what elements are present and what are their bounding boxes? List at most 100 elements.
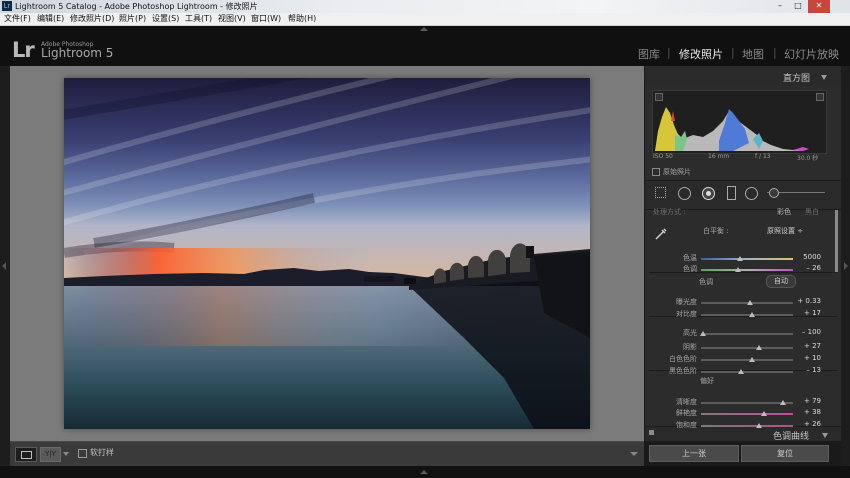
original-photo-label: 原始照片 [663,168,691,176]
slider-knob-exposure[interactable] [746,300,753,305]
module-tab-map[interactable]: 地图 [742,46,764,62]
white-balance-eyedropper-icon[interactable] [654,226,668,240]
panel-toggle-icon[interactable] [649,430,654,435]
graduated-filter-icon[interactable] [727,186,736,200]
right-panel-toggle-icon[interactable] [844,262,848,270]
presence-label: 偏好 [700,377,714,385]
menu-develop[interactable]: 修改照片(D) [70,13,114,25]
shadow-clipping-indicator-icon[interactable] [655,93,663,101]
minimize-button[interactable]: – [772,0,788,13]
slider-value-temp[interactable]: 5000 [793,253,821,261]
reset-button[interactable]: 复位 [741,445,829,462]
slider-knob-shadows[interactable] [755,345,762,350]
main-photo[interactable] [64,78,590,429]
slider-value-blacks[interactable]: – 13 [793,366,821,374]
slider-label-vibrance: 鲜艳度 [676,409,697,417]
white-balance-dropdown[interactable]: 原照设置 ÷ [767,226,803,236]
slider-knob-temp[interactable] [736,256,743,261]
menu-help[interactable]: 帮助(H) [288,13,316,25]
loupe-view-button[interactable] [15,447,37,462]
slider-value-exposure[interactable]: + 0.33 [793,297,821,305]
tool-strip [645,180,841,210]
maximize-button[interactable]: □ [790,0,806,13]
slider-label-whites: 白色色阶 [669,355,697,363]
menu-settings[interactable]: 设置(S) [152,13,179,25]
original-photo-checkbox[interactable] [652,168,660,176]
exif-aperture: f / 13 [755,153,771,160]
slider-track-saturation[interactable] [701,425,793,427]
softproof-checkbox[interactable] [78,449,87,458]
module-tab-develop[interactable]: 修改照片 [679,46,723,62]
top-panel-toggle-icon[interactable] [420,27,428,31]
left-panel-toggle-icon[interactable] [2,262,6,270]
menu-tools[interactable]: 工具(T) [185,13,212,25]
slider-knob-vibrance[interactable] [761,411,768,416]
product-name: Lightroom 5 [41,46,114,60]
menu-bar: 文件(F) 编辑(E) 修改照片(D) 照片(P) 设置(S) 工具(T) 视图… [0,13,850,26]
bottom-toolbar: Y|Y 软打样 [10,441,644,467]
slider-value-whites[interactable]: + 10 [793,354,821,362]
before-after-button[interactable]: Y|Y [40,447,61,462]
right-panel-scrollbar[interactable] [835,210,838,272]
slider-value-highlights[interactable]: – 100 [793,328,821,336]
highlight-clipping-indicator-icon[interactable] [816,93,824,101]
before-after-dropdown-icon[interactable] [63,452,69,456]
slider-track-whites[interactable] [701,359,793,361]
slider-knob-contrast[interactable] [748,312,755,317]
red-eye-icon[interactable] [702,187,715,200]
menu-view[interactable]: 视图(V) [218,13,246,25]
window-title-bar: Lr Lightroom 5 Catalog - Adobe Photoshop… [0,0,850,13]
slider-knob-saturation[interactable] [755,423,762,428]
collapse-triangle-icon[interactable] [821,75,827,80]
slider-track-contrast[interactable] [701,314,793,316]
right-panel-edge[interactable] [841,66,850,466]
crop-overlay-icon[interactable] [655,187,666,198]
auto-tone-button[interactable]: 自动 [766,275,796,288]
slider-track-temp[interactable] [701,258,793,260]
exif-shutter: 30.0 秒 [797,155,819,162]
menu-file[interactable]: 文件(F) [4,13,31,25]
slider-knob-tint[interactable] [734,267,741,272]
slider-knob-clarity[interactable] [779,400,786,405]
slider-label-contrast: 对比度 [676,310,697,318]
adjustment-brush-icon[interactable] [769,188,779,198]
previous-button[interactable]: 上一张 [649,445,739,462]
module-tab-slideshow[interactable]: 幻灯片放映 [784,46,839,62]
slider-track-tint[interactable] [701,269,793,271]
slider-value-tint[interactable]: – 26 [793,264,821,272]
histogram-graph [655,107,824,151]
slider-knob-highlights[interactable] [699,331,706,336]
slider-knob-whites[interactable] [748,357,755,362]
slider-track-highlights[interactable] [701,333,793,335]
menu-edit[interactable]: 编辑(E) [37,13,64,25]
lightroom-app-icon: Lr [2,1,12,11]
slider-track-shadows[interactable] [701,347,793,349]
treatment-color[interactable]: 彩色 [777,207,791,217]
exif-focal-length: 16 mm [708,153,730,160]
histogram[interactable] [652,90,827,154]
menu-window[interactable]: 窗口(W) [251,13,281,25]
slider-label-tint: 色调 [683,265,697,273]
slider-track-vibrance[interactable] [701,413,793,415]
tone-curve-title: 色调曲线 [773,432,810,441]
module-tab-library[interactable]: 图库 [638,46,660,62]
slider-value-vibrance[interactable]: + 38 [793,408,821,416]
slider-knob-blacks[interactable] [738,369,745,374]
toolbar-content-menu-icon[interactable] [630,452,638,456]
slider-value-clarity[interactable]: + 79 [793,397,821,405]
filmstrip-toggle-icon[interactable] [420,470,428,474]
radial-filter-icon[interactable] [745,187,758,200]
slider-track-blacks[interactable] [701,371,793,373]
histogram-header[interactable] [645,66,841,86]
slider-value-shadows[interactable]: + 27 [793,342,821,350]
close-button[interactable]: ✕ [808,0,830,13]
slider-value-contrast[interactable]: + 17 [793,309,821,317]
slider-value-saturation[interactable]: + 26 [793,420,821,428]
treatment-bw[interactable]: 黑白 [805,207,819,217]
slider-label-saturation: 饱和度 [676,421,697,429]
collapse-triangle-icon[interactable] [822,433,828,438]
menu-photo[interactable]: 照片(P) [119,13,146,25]
spot-removal-icon[interactable] [678,187,691,200]
left-panel-edge[interactable] [0,66,10,466]
slider-label-exposure: 曝光度 [676,298,697,306]
